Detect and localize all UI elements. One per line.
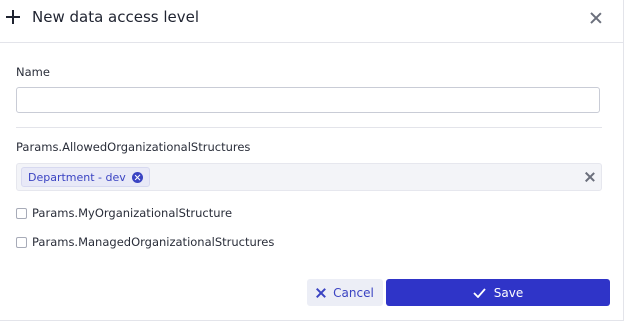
new-access-level-dialog: New data access level Name Params.Allowe…: [0, 0, 624, 321]
managed-structures-checkbox[interactable]: [16, 236, 27, 248]
structure-tag: Department - dev: [21, 167, 150, 187]
cancel-button[interactable]: Cancel: [307, 279, 383, 306]
managed-structures-label: Params.ManagedOrganizationalStructures: [32, 235, 275, 249]
divider: [16, 127, 602, 128]
clear-icon[interactable]: [584, 171, 596, 183]
cancel-button-label: Cancel: [333, 285, 374, 300]
plus-icon: [6, 10, 20, 24]
dialog-header: New data access level: [0, 0, 623, 43]
name-label: Name: [16, 65, 50, 79]
my-structure-label: Params.MyOrganizationalStructure: [32, 206, 233, 220]
dialog-title: New data access level: [32, 8, 200, 26]
managed-structures-checkbox-row[interactable]: Params.ManagedOrganizationalStructures: [16, 235, 274, 249]
allowed-structures-field[interactable]: Department - dev: [16, 163, 602, 191]
name-input[interactable]: [16, 87, 600, 113]
check-icon: [473, 287, 486, 298]
x-icon: [316, 288, 326, 298]
my-structure-checkbox-row[interactable]: Params.MyOrganizationalStructure: [16, 206, 232, 220]
structure-tag-label: Department - dev: [28, 170, 126, 184]
tag-remove-icon[interactable]: [131, 171, 143, 183]
close-icon[interactable]: [590, 12, 602, 24]
save-button[interactable]: Save: [386, 279, 610, 306]
save-button-label: Save: [493, 285, 524, 300]
my-structure-checkbox[interactable]: [16, 207, 27, 219]
allowed-structures-label: Params.AllowedOrganizationalStructures: [16, 140, 251, 154]
